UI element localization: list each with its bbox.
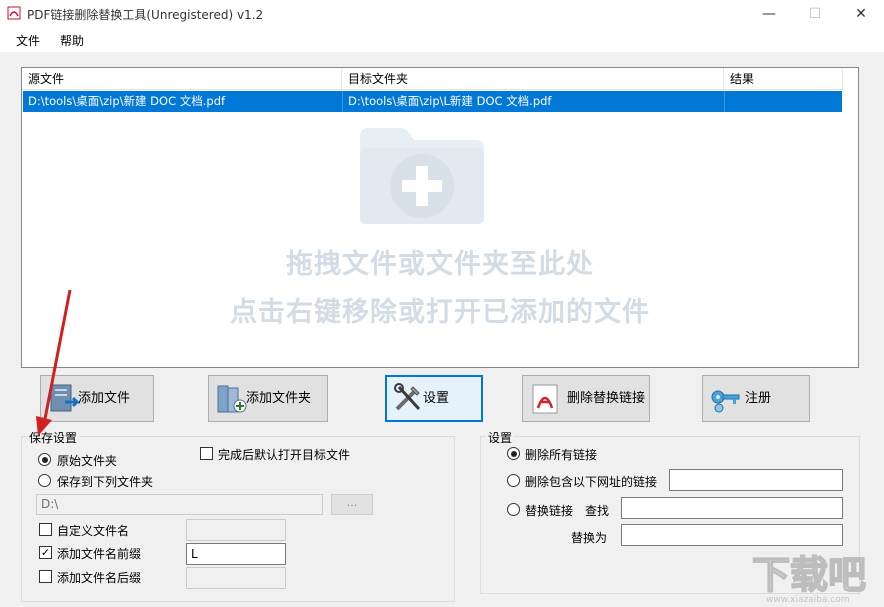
file-list[interactable]: 源文件 目标文件夹 结果 D:\tools\桌面\zip\新建 DOC 文档.p… bbox=[21, 67, 859, 368]
folder-icon bbox=[217, 385, 247, 413]
settings-button[interactable]: 设置 bbox=[385, 375, 483, 422]
tools-icon bbox=[394, 383, 421, 411]
add-folder-button[interactable]: 添加文件夹 bbox=[208, 375, 328, 422]
cell-target: D:\tools\桌面\zip\L新建 DOC 文档.pdf bbox=[343, 91, 725, 112]
register-label: 注册 bbox=[745, 391, 772, 406]
add-file-icon bbox=[50, 384, 81, 412]
maximize-button[interactable]: ☐ bbox=[792, 0, 838, 28]
delete-all-radio[interactable] bbox=[507, 447, 520, 460]
key-icon bbox=[711, 390, 740, 413]
replace-with-label: 替换为 bbox=[571, 531, 608, 545]
table-row[interactable]: D:\tools\桌面\zip\新建 DOC 文档.pdf D:\tools\桌… bbox=[23, 91, 842, 112]
svg-text:下载吧: 下载吧 bbox=[752, 553, 866, 597]
drop-hint-line2: 点击右键移除或打开已添加的文件 bbox=[230, 297, 650, 328]
app-icon bbox=[7, 6, 21, 20]
add-file-button[interactable]: 添加文件 bbox=[40, 375, 154, 422]
custom-name-checkbox[interactable] bbox=[39, 523, 52, 536]
save-to-folder-radio[interactable] bbox=[38, 474, 51, 487]
find-label: 查找 bbox=[585, 504, 610, 518]
output-folder-field[interactable]: D:\ bbox=[36, 494, 323, 515]
menu-bar bbox=[0, 28, 884, 53]
cell-result bbox=[725, 91, 842, 112]
link-settings-title: 设置 bbox=[486, 429, 515, 446]
prefix-label[interactable]: 添加文件名前缀 bbox=[57, 545, 141, 562]
suffix-checkbox[interactable] bbox=[39, 570, 52, 583]
settings-label: 设置 bbox=[423, 391, 450, 406]
original-folder-radio[interactable] bbox=[38, 453, 51, 466]
prefix-field[interactable]: L bbox=[186, 543, 286, 565]
custom-name-field[interactable] bbox=[186, 519, 286, 541]
svg-text:www.xiazaiba.com: www.xiazaiba.com bbox=[766, 595, 850, 604]
add-folder-label: 添加文件夹 bbox=[246, 391, 312, 406]
column-header-result[interactable]: 结果 bbox=[724, 68, 843, 90]
suffix-field[interactable] bbox=[186, 567, 286, 589]
delete-replace-links-label: 删除替换链接 bbox=[567, 391, 646, 406]
custom-name-label[interactable]: 自定义文件名 bbox=[57, 522, 129, 539]
delete-all-label[interactable]: 删除所有链接 bbox=[525, 446, 597, 463]
delete-replace-links-button[interactable]: 删除替换链接 bbox=[522, 375, 650, 422]
column-header-source[interactable]: 源文件 bbox=[22, 68, 342, 90]
menu-file[interactable]: 文件 bbox=[16, 32, 40, 49]
replace-with-field[interactable] bbox=[621, 524, 843, 546]
add-folder-icon bbox=[360, 128, 484, 224]
save-to-folder-label[interactable]: 保存到下列文件夹 bbox=[57, 473, 153, 490]
menu-help[interactable]: 帮助 bbox=[60, 32, 84, 49]
watermark-logo: 下载吧 www.xiazaiba.com bbox=[751, 552, 867, 604]
minimize-button[interactable]: — bbox=[746, 0, 792, 28]
open-after-checkbox[interactable] bbox=[200, 447, 213, 460]
url-field[interactable] bbox=[669, 469, 843, 491]
original-folder-label[interactable]: 原始文件夹 bbox=[57, 452, 117, 469]
register-button[interactable]: 注册 bbox=[702, 375, 810, 422]
prefix-checkbox[interactable]: ✓ bbox=[39, 546, 52, 559]
drop-hint-line1: 拖拽文件或文件夹至此处 bbox=[286, 249, 594, 280]
suffix-label[interactable]: 添加文件名后缀 bbox=[57, 569, 141, 586]
cell-source: D:\tools\桌面\zip\新建 DOC 文档.pdf bbox=[23, 91, 343, 112]
delete-containing-label[interactable]: 删除包含以下网址的链接 bbox=[525, 473, 657, 490]
browse-button[interactable]: ... bbox=[331, 494, 373, 515]
pdf-link-icon bbox=[532, 384, 558, 414]
close-button[interactable]: ✕ bbox=[838, 0, 884, 28]
find-field[interactable] bbox=[621, 497, 843, 519]
save-settings-title: 保存设置 bbox=[27, 429, 80, 446]
delete-containing-radio[interactable] bbox=[507, 474, 520, 487]
replace-label[interactable]: 替换链接 bbox=[525, 502, 573, 519]
add-file-label: 添加文件 bbox=[78, 391, 131, 406]
open-after-label[interactable]: 完成后默认打开目标文件 bbox=[218, 446, 350, 463]
column-header-target[interactable]: 目标文件夹 bbox=[342, 68, 724, 90]
replace-radio[interactable] bbox=[507, 503, 520, 516]
window-title: PDF链接删除替换工具(Unregistered) v1.2 bbox=[27, 8, 264, 22]
